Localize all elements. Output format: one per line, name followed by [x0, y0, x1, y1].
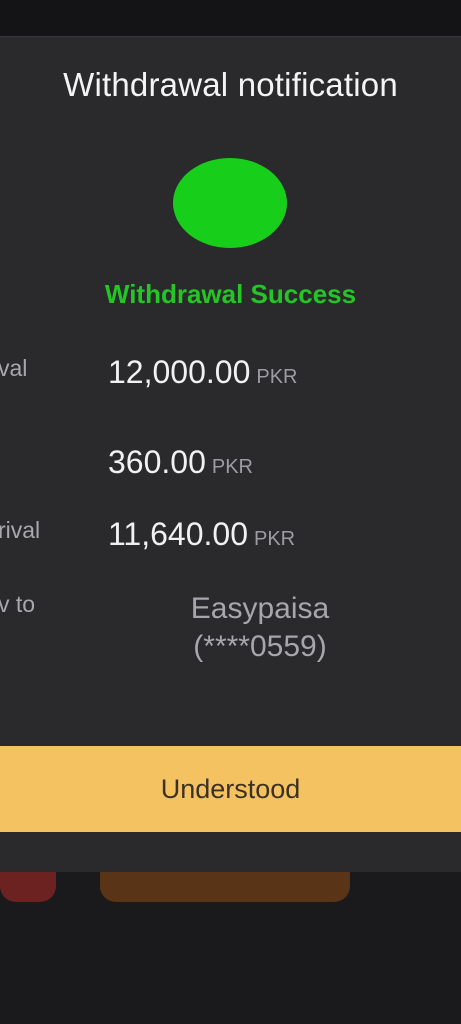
payment-method-name: Easypaisa	[190, 592, 330, 625]
withdraw-method-value: Easypaisa (****0559)	[160, 590, 360, 666]
dialog-title: Withdrawal notification	[63, 66, 398, 103]
success-status-icon	[173, 158, 287, 248]
currency-unit: PKR	[256, 366, 298, 388]
background-content	[0, 872, 461, 1024]
account-number: (****0559)	[193, 630, 327, 663]
withdrawal-amount-value: 12,000.00 PKR	[108, 354, 297, 391]
arrival-amount-label: rival	[0, 517, 41, 543]
fee-amount: 360.00	[108, 444, 206, 480]
understood-button[interactable]: Understood	[0, 746, 461, 832]
withdrawal-amount-label: val	[0, 355, 28, 381]
arrival-amount: 11,640.00	[108, 516, 248, 552]
currency-unit: PKR	[211, 456, 253, 478]
game-thumbnail[interactable]	[100, 872, 350, 902]
currency-unit: PKR	[253, 528, 296, 550]
withdrawal-status-text: Withdrawal Success	[104, 279, 357, 309]
game-thumbnail[interactable]	[0, 872, 56, 902]
fee-value: 360.00 PKR	[108, 444, 253, 481]
withdraw-method-label: v to	[0, 591, 36, 617]
top-status-strip	[0, 0, 461, 36]
arrival-amount-value: 11,640.00 PKR	[108, 516, 295, 553]
withdrawal-amount: 12,000.00	[108, 354, 251, 390]
